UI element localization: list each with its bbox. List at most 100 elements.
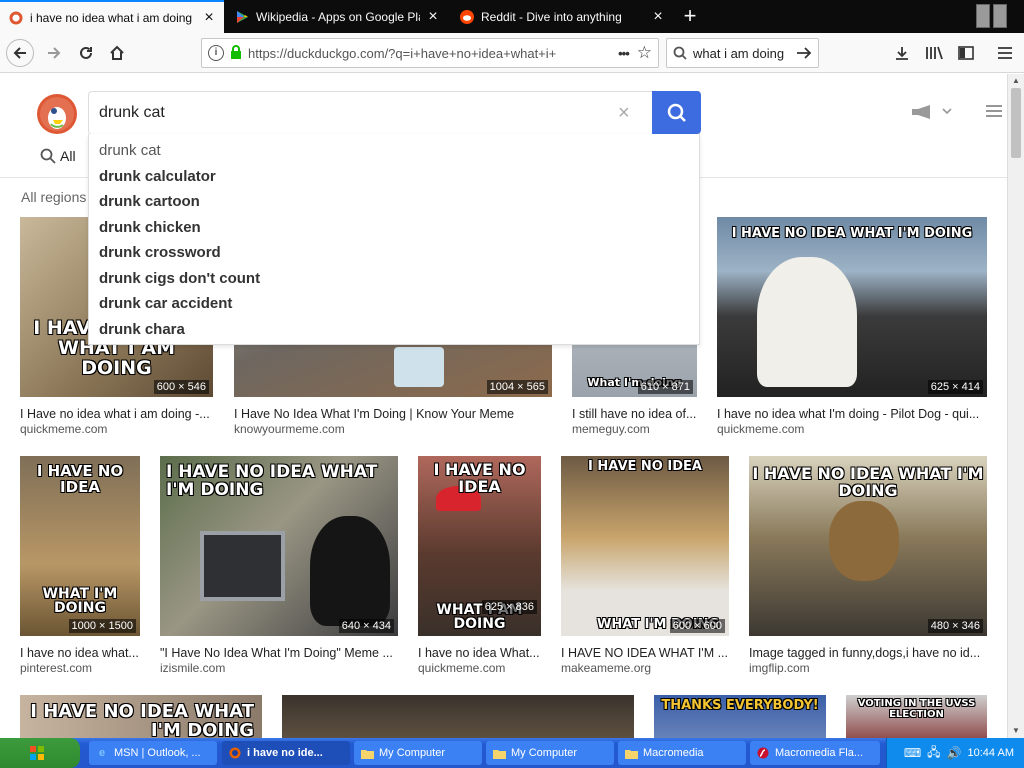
ddg-search-button[interactable] xyxy=(652,91,701,134)
result-title[interactable]: I HAVE NO IDEA WHAT I'M ... xyxy=(561,646,731,660)
navigation-toolbar: i https://duckduckgo.com/?q=i+have+no+id… xyxy=(0,33,1024,73)
page-scrollbar[interactable]: ▲ ▼ xyxy=(1007,74,1024,738)
result-image[interactable]: I HAVE NO IDEA WHAT I'M DOING 625 × 414 xyxy=(717,217,987,397)
taskbar-item-label: Macromedia xyxy=(643,747,704,759)
megaphone-icon[interactable] xyxy=(910,104,952,120)
suggestion-item[interactable]: drunk cat xyxy=(89,138,699,164)
scroll-up-arrow[interactable]: ▲ xyxy=(1008,74,1024,88)
suggestion-item[interactable]: drunk chara xyxy=(89,317,699,343)
taskbar-item[interactable]: My Computer xyxy=(486,741,614,765)
result-image[interactable]: I HAVE NO IDEA WHAT I'M DOING xyxy=(20,695,262,738)
suggestion-item[interactable]: drunk calculator xyxy=(89,164,699,190)
search-bar-value[interactable]: what i am doing xyxy=(693,46,796,61)
image-dimensions: 480 × 346 xyxy=(927,619,983,633)
ie-icon: e xyxy=(98,747,106,759)
result-source[interactable]: quickmeme.com xyxy=(717,422,804,436)
forward-button[interactable] xyxy=(40,39,68,67)
os-taskbar: e MSN | Outlook, ... i have no ide... My… xyxy=(0,738,1024,768)
result-source[interactable]: quickmeme.com xyxy=(20,422,107,436)
home-button[interactable] xyxy=(103,39,131,67)
image-dimensions: 625 × 414 xyxy=(927,380,983,394)
clock[interactable]: 10:44 AM xyxy=(968,747,1014,759)
suggestion-item[interactable]: drunk chicken xyxy=(89,215,699,241)
duckduckgo-logo[interactable] xyxy=(37,94,77,134)
result-title[interactable]: I Have no idea what i am doing -... xyxy=(20,407,213,421)
library-button[interactable] xyxy=(920,39,948,67)
ddg-menu-icon[interactable] xyxy=(986,104,1002,120)
meme-caption: I HAVE NO IDEA WHAT I'M DOING xyxy=(30,701,254,738)
network-icon[interactable]: 🖧 xyxy=(927,743,940,764)
autocomplete-dropdown: drunk cat drunk calculator drunk cartoon… xyxy=(88,134,700,345)
restore-button[interactable] xyxy=(993,4,1007,28)
result-image[interactable] xyxy=(282,695,634,738)
taskbar-item[interactable]: Macromedia Fla... xyxy=(750,741,880,765)
image-dimensions: 640 × 434 xyxy=(338,619,394,633)
sidebar-button[interactable] xyxy=(952,39,980,67)
ddg-search-input[interactable]: drunk cat xyxy=(88,91,700,135)
folder-icon xyxy=(360,746,374,760)
volume-icon[interactable]: 🔊 xyxy=(947,746,962,760)
back-button[interactable] xyxy=(6,39,34,67)
page-actions-button[interactable]: ••• xyxy=(618,46,630,61)
result-source[interactable]: pinterest.com xyxy=(20,661,92,675)
result-source[interactable]: memeguy.com xyxy=(572,422,650,436)
result-title[interactable]: I still have no idea of... xyxy=(572,407,700,421)
clear-search-icon[interactable]: × xyxy=(618,102,630,125)
close-tab-icon[interactable]: × xyxy=(651,8,665,26)
result-image[interactable]: I HAVE NO IDEA WHAT I AM DOING 625 × 836 xyxy=(418,456,541,636)
image-dimensions: 1004 × 565 xyxy=(486,380,548,394)
info-icon[interactable]: i xyxy=(208,45,224,61)
suggestion-item[interactable]: drunk crossword xyxy=(89,240,699,266)
tab-all-label: All xyxy=(60,148,76,164)
taskbar-item-label: My Computer xyxy=(379,747,446,759)
suggestion-item[interactable]: drunk cartoon xyxy=(89,189,699,215)
taskbar-item[interactable]: Macromedia xyxy=(618,741,746,765)
result-image[interactable]: I HAVE NO IDEA WHAT I'M DOING 600 × 600 xyxy=(561,456,729,636)
result-image[interactable]: I HAVE NO IDEA WHAT I'M DOING 480 × 346 xyxy=(749,456,987,636)
scroll-down-arrow[interactable]: ▼ xyxy=(1008,724,1024,738)
scrollbar-thumb[interactable] xyxy=(1011,88,1021,158)
ddg-search-value[interactable]: drunk cat xyxy=(99,104,699,122)
chevron-down-icon xyxy=(942,108,952,115)
result-title[interactable]: I have no idea what... xyxy=(20,646,142,660)
result-title[interactable]: Image tagged in funny,dogs,i have no id.… xyxy=(749,646,989,660)
downloads-button[interactable] xyxy=(888,39,916,67)
result-source[interactable]: quickmeme.com xyxy=(418,661,505,675)
regions-filter[interactable]: All regions xyxy=(21,189,86,205)
suggestion-item[interactable]: drunk cigs don't count xyxy=(89,266,699,292)
address-bar[interactable]: i https://duckduckgo.com/?q=i+have+no+id… xyxy=(201,38,659,68)
result-title[interactable]: I have no idea What... xyxy=(418,646,543,660)
close-tab-icon[interactable]: × xyxy=(202,9,216,27)
result-source[interactable]: makeameme.org xyxy=(561,661,651,675)
bookmark-star-icon[interactable]: ☆ xyxy=(637,43,652,63)
result-source[interactable]: izismile.com xyxy=(160,661,225,675)
result-source[interactable]: imgflip.com xyxy=(749,661,810,675)
flash-icon xyxy=(756,746,770,760)
result-image[interactable]: THANKS EVERYBODY! xyxy=(654,695,826,738)
suggestion-item[interactable]: drunk car accident xyxy=(89,291,699,317)
lock-icon xyxy=(230,44,242,62)
result-image[interactable]: I HAVE NO IDEA WHAT I'M DOING 640 × 434 xyxy=(160,456,398,636)
result-image[interactable]: VOTING IN THE UVSS ELECTION xyxy=(846,695,987,738)
taskbar-item[interactable]: i have no ide... xyxy=(222,741,350,765)
result-image[interactable]: I HAVE NO IDEA WHAT I'M DOING 1000 × 150… xyxy=(20,456,140,636)
result-title[interactable]: "I Have No Idea What I'm Doing" Meme ... xyxy=(160,646,400,660)
tab-reddit[interactable]: Reddit - Dive into anything × xyxy=(451,0,673,33)
url-text[interactable]: https://duckduckgo.com/?q=i+have+no+idea… xyxy=(248,46,610,61)
tab-duckduckgo[interactable]: i have no idea what i am doing at D × xyxy=(0,0,224,33)
tab-google-play[interactable]: Wikipedia - Apps on Google Play × xyxy=(226,0,448,33)
taskbar-item[interactable]: e MSN | Outlook, ... xyxy=(89,741,217,765)
result-source[interactable]: knowyourmeme.com xyxy=(234,422,345,436)
start-button[interactable] xyxy=(0,738,80,768)
reload-button[interactable] xyxy=(72,39,100,67)
result-title[interactable]: I have no idea what I'm doing - Pilot Do… xyxy=(717,407,987,421)
tab-all[interactable]: All xyxy=(40,148,76,164)
result-title[interactable]: I Have No Idea What I'm Doing | Know You… xyxy=(234,407,552,421)
close-tab-icon[interactable]: × xyxy=(426,8,440,26)
keyboard-icon[interactable]: ⌨ xyxy=(904,746,921,760)
search-bar[interactable]: what i am doing xyxy=(666,38,819,68)
new-tab-button[interactable]: + xyxy=(676,4,704,30)
taskbar-item[interactable]: My Computer xyxy=(354,741,482,765)
menu-button[interactable] xyxy=(991,39,1019,67)
minimize-button[interactable] xyxy=(976,4,990,28)
